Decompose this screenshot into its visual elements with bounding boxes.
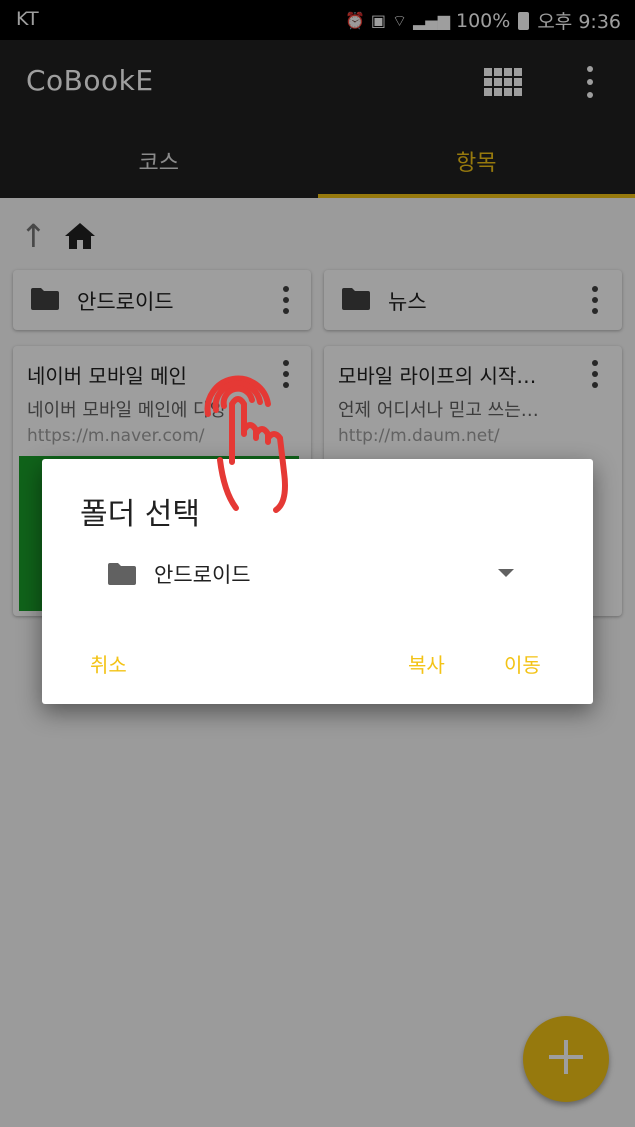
folder-icon (108, 563, 136, 585)
copy-button[interactable]: 복사 (408, 649, 445, 678)
touch-gesture-icon (204, 375, 288, 513)
dropdown-arrow-icon[interactable] (498, 569, 514, 577)
folder-dropdown-value[interactable]: 안드로이드 (154, 559, 251, 589)
cancel-button[interactable]: 취소 (90, 649, 127, 678)
app-screen: KT ⏰ ▣ ⌔ ▂▄▆ 100% 오후 9:36 CoBookE 코스 항목 … (0, 0, 635, 1127)
move-button[interactable]: 이동 (504, 649, 541, 678)
